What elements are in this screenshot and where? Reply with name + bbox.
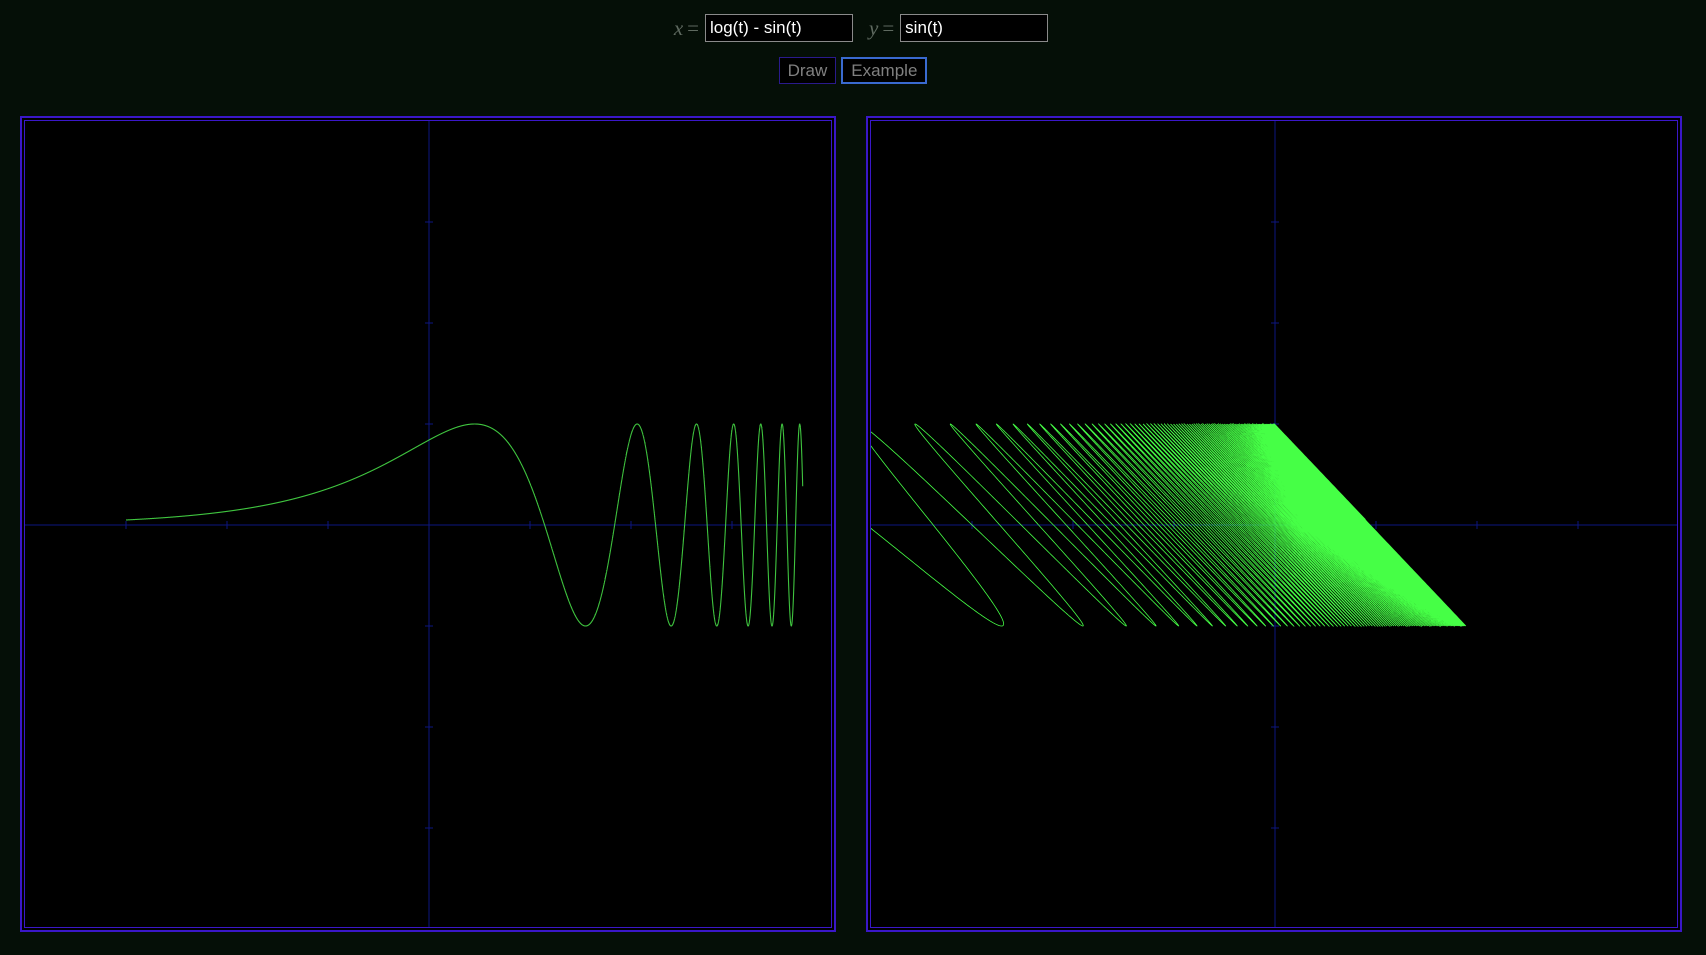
draw-button[interactable]: Draw xyxy=(778,57,837,84)
parametric-plot-canvas[interactable] xyxy=(870,120,1678,928)
example-button[interactable]: Example xyxy=(841,57,928,84)
time-plot-panel xyxy=(20,116,836,932)
app-root: x= y= Draw Example xyxy=(0,0,1706,955)
time-plot-canvas[interactable] xyxy=(24,120,832,928)
parametric-plot-panel xyxy=(866,116,1682,932)
formula-row: x= y= xyxy=(0,13,1706,43)
button-row: Draw Example xyxy=(0,57,1706,84)
parametric-plot-svg xyxy=(871,121,1677,927)
y-formula-input[interactable] xyxy=(900,14,1049,42)
y-label: y = xyxy=(869,15,895,40)
x-formula-input[interactable] xyxy=(705,14,853,42)
x-label: x = xyxy=(673,15,699,40)
time-plot-svg xyxy=(25,121,831,927)
